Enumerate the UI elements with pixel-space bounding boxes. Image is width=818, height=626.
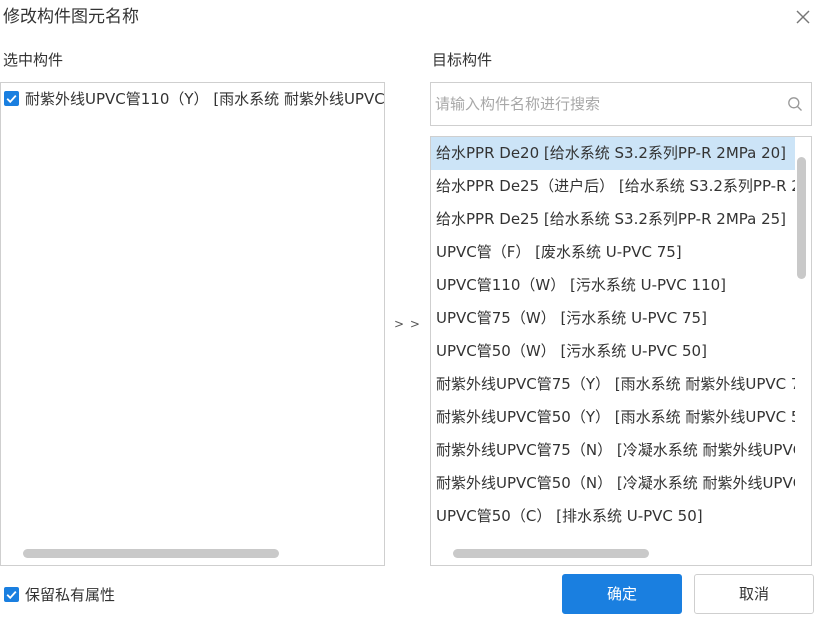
- list-item[interactable]: 耐紫外线UPVC管75（Y） [雨水系统 耐紫外线UPVC 75]: [431, 368, 795, 401]
- selected-components-panel: 耐紫外线UPVC管110（Y） [雨水系统 耐紫外线UPVC 110]: [0, 82, 385, 566]
- target-components-panel: 给水PPR De20 [给水系统 S3.2系列PP-R 2MPa 20] 给水P…: [430, 136, 812, 566]
- checkbox-checked-icon[interactable]: [4, 586, 19, 602]
- horizontal-scrollbar-left[interactable]: [23, 549, 279, 558]
- cancel-button[interactable]: 取消: [694, 574, 814, 614]
- target-components-label: 目标构件: [432, 51, 493, 69]
- dialog-title: 修改构件图元名称: [3, 7, 139, 27]
- list-item[interactable]: 给水PPR De25（进户后） [给水系统 S3.2系列PP-R 2MPa 25…: [431, 170, 795, 203]
- keep-private-properties-checkbox[interactable]: 保留私有属性: [4, 583, 115, 605]
- checkbox-checked-icon[interactable]: [4, 90, 19, 106]
- list-item[interactable]: UPVC管50（W） [污水系统 U-PVC 50]: [431, 335, 795, 368]
- list-item[interactable]: 耐紫外线UPVC管75（N） [冷凝水系统 耐紫外线UPVC 75]: [431, 434, 795, 467]
- keep-private-properties-label: 保留私有属性: [25, 585, 116, 604]
- target-components-list: 给水PPR De20 [给水系统 S3.2系列PP-R 2MPa 20] 给水P…: [431, 137, 795, 533]
- list-item[interactable]: 耐紫外线UPVC管50（N） [冷凝水系统 耐紫外线UPVC 50]: [431, 467, 795, 500]
- search-icon[interactable]: [787, 96, 803, 112]
- search-input[interactable]: [435, 83, 775, 125]
- horizontal-scrollbar-right[interactable]: [453, 549, 649, 558]
- list-item[interactable]: UPVC管50（C） [排水系统 U-PVC 50]: [431, 500, 795, 533]
- list-item[interactable]: UPVC管75（W） [污水系统 U-PVC 75]: [431, 302, 795, 335]
- search-box: [430, 82, 812, 126]
- list-item[interactable]: 耐紫外线UPVC管50（Y） [雨水系统 耐紫外线UPVC 50]: [431, 401, 795, 434]
- selected-components-label: 选中构件: [3, 51, 64, 69]
- transfer-button[interactable]: > >: [394, 316, 421, 332]
- selected-component-item[interactable]: 耐紫外线UPVC管110（Y） [雨水系统 耐紫外线UPVC 110]: [4, 87, 385, 109]
- close-icon[interactable]: [792, 6, 814, 28]
- list-item[interactable]: UPVC管110（W） [污水系统 U-PVC 110]: [431, 269, 795, 302]
- list-item[interactable]: 给水PPR De25 [给水系统 S3.2系列PP-R 2MPa 25]: [431, 203, 795, 236]
- list-item[interactable]: 给水PPR De20 [给水系统 S3.2系列PP-R 2MPa 20]: [431, 137, 795, 170]
- selected-component-label: 耐紫外线UPVC管110（Y） [雨水系统 耐紫外线UPVC 110]: [25, 89, 385, 108]
- list-item[interactable]: UPVC管（F） [废水系统 U-PVC 75]: [431, 236, 795, 269]
- vertical-scrollbar[interactable]: [797, 157, 806, 279]
- confirm-button[interactable]: 确定: [562, 574, 682, 614]
